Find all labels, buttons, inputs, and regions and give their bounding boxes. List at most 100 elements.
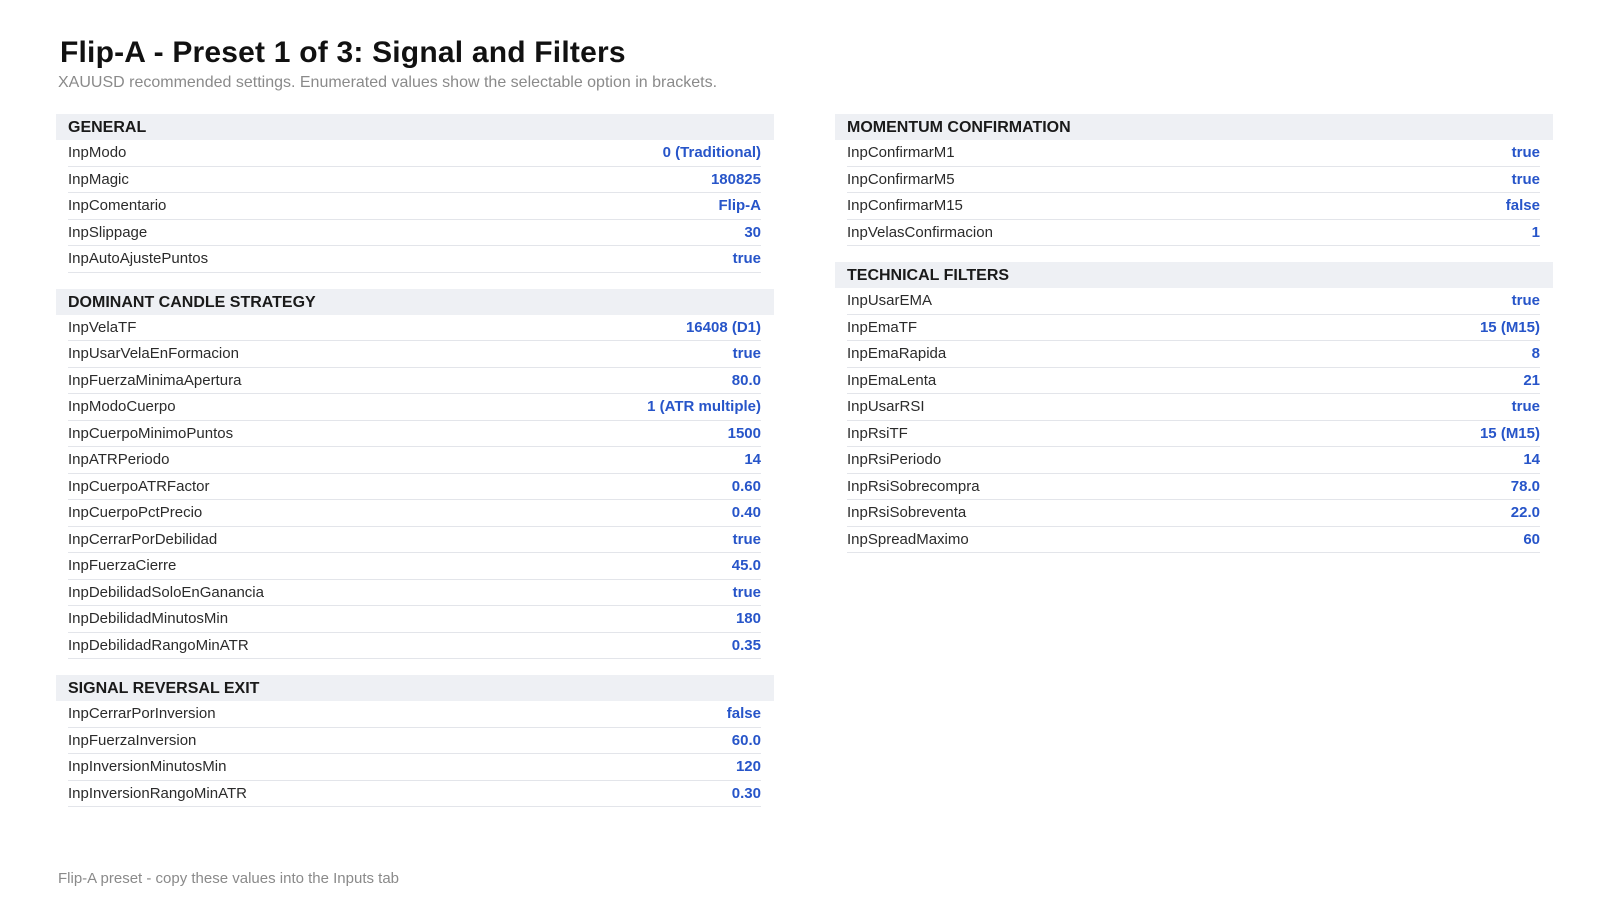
setting-label: InpComentario — [68, 197, 167, 215]
setting-label: InpInversionMinutosMin — [68, 758, 227, 776]
setting-label: InpSlippage — [68, 223, 148, 241]
setting-row-inpcerrarpordebilidad: InpCerrarPorDebilidad true — [68, 527, 761, 553]
preset-page: Flip-A - Preset 1 of 3: Signal and Filte… — [0, 0, 1600, 900]
setting-row-inpcuerpopctprecio: InpCuerpoPctPrecio 0.40 — [68, 500, 761, 527]
section-header: SIGNAL REVERSAL EXIT — [56, 675, 774, 701]
section-header: DOMINANT CANDLE STRATEGY — [56, 288, 774, 315]
setting-value: 0.40 — [731, 504, 761, 522]
setting-value: true — [1511, 398, 1540, 416]
setting-row-inpematf: InpEmaTF 15 (M15) — [847, 315, 1540, 341]
setting-row-inpcuerpoatrfactor: InpCuerpoATRFactor 0.60 — [68, 474, 761, 500]
setting-row-inpconfirmarm15: InpConfirmarM15 false — [847, 193, 1540, 220]
section-dominant-candle-strategy: DOMINANT CANDLE STRATEGY InpVelaTF 16408 (… — [56, 288, 774, 659]
setting-row-inpcerrarporinversion: InpCerrarPorInversion false — [68, 701, 761, 728]
section-technical-filters: TECHNICAL FILTERS InpUsarEMA true InpEmaTF 1… — [835, 262, 1553, 553]
setting-label: InpFuerzaCierre — [68, 557, 177, 575]
setting-row-inpfuerzaminimaapertura: InpFuerzaMinimaApertura 80.0 — [68, 368, 761, 394]
left-column: GENERAL InpModo 0 (Traditional) InpMagic 180… — [56, 114, 774, 823]
setting-label: InpCuerpoPctPrecio — [68, 504, 203, 522]
setting-row-inpvelatf: InpVelaTF 16408 (D1) — [68, 315, 761, 341]
setting-value: 14 — [1523, 451, 1540, 469]
setting-value: 80.0 — [731, 371, 761, 389]
setting-label: InpModo — [68, 144, 127, 162]
setting-row-inpautoajustepuntos: InpAutoAjustePuntos true — [68, 246, 761, 273]
setting-row-inprsiperiodo: InpRsiPeriodo 14 — [847, 447, 1540, 474]
setting-label: InpUsarEMA — [847, 292, 933, 310]
setting-value: 60 — [1523, 530, 1540, 548]
setting-row-inpdebilidadminutosmin: InpDebilidadMinutosMin 180 — [68, 606, 761, 633]
setting-label: InpRsiTF — [847, 424, 908, 442]
footer-note: Flip-A preset - copy these values into t… — [58, 870, 400, 887]
setting-label: InpATRPeriodo — [68, 451, 170, 469]
setting-label: InpCuerpoMinimoPuntos — [68, 424, 234, 442]
setting-value: 180 — [735, 610, 761, 628]
setting-value: true — [732, 250, 761, 268]
setting-label: InpFuerzaInversion — [68, 731, 197, 749]
setting-row-inpusarvelaenformacion: InpUsarVelaEnFormacion true — [68, 341, 761, 368]
setting-row-inpinversionminutosmin: InpInversionMinutosMin 120 — [68, 754, 761, 781]
setting-row-inpcuerpominimopuntos: InpCuerpoMinimoPuntos 1500 — [68, 421, 761, 447]
setting-row-inpemalenta: InpEmaLenta 21 — [847, 368, 1540, 394]
setting-label: InpMagic — [68, 170, 129, 188]
setting-row-inpmagic: InpMagic 180825 — [68, 167, 761, 193]
setting-label: InpUsarRSI — [847, 398, 925, 416]
setting-value: 78.0 — [1510, 477, 1540, 495]
setting-value: true — [732, 530, 761, 548]
setting-value: true — [1511, 292, 1540, 310]
page-subtitle: XAUUSD recommended settings. Enumerated … — [58, 74, 718, 91]
setting-label: InpRsiSobreventa — [847, 504, 967, 522]
setting-label: InpModoCuerpo — [68, 398, 176, 416]
setting-label: InpDebilidadSoloEnGanancia — [68, 583, 264, 601]
setting-label: InpUsarVelaEnFormacion — [68, 345, 239, 363]
setting-value: 0.35 — [731, 636, 761, 654]
section-signal-reversal-exit: SIGNAL REVERSAL EXIT InpCerrarPorInversio… — [56, 675, 774, 807]
setting-row-inpmodocuerpo: InpModoCuerpo 1 (ATR multiple) — [68, 394, 761, 421]
section-header: GENERAL — [56, 114, 774, 140]
setting-row-inpfuerzainversion: InpFuerzaInversion 60.0 — [68, 728, 761, 754]
section-general: GENERAL InpModo 0 (Traditional) InpMagic 180… — [56, 114, 774, 273]
setting-row-inprsisobrecompra: InpRsiSobrecompra 78.0 — [847, 474, 1540, 500]
setting-value: 0.60 — [731, 477, 761, 495]
right-column: MOMENTUM CONFIRMATION InpConfirmarM1 true I… — [835, 114, 1553, 569]
setting-label: InpEmaTF — [847, 318, 918, 336]
setting-value: 60.0 — [731, 731, 761, 749]
setting-label: InpAutoAjustePuntos — [68, 250, 209, 268]
section-momentum-confirmation: MOMENTUM CONFIRMATION InpConfirmarM1 true I… — [835, 114, 1553, 246]
setting-value: true — [1511, 144, 1540, 162]
setting-value: true — [732, 583, 761, 601]
setting-label: InpCerrarPorInversion — [68, 705, 216, 723]
setting-value: true — [732, 345, 761, 363]
setting-label: InpDebilidadRangoMinATR — [68, 636, 249, 654]
setting-value: 1 (ATR multiple) — [647, 398, 761, 416]
setting-value: 16408 (D1) — [685, 318, 761, 336]
setting-label: InpRsiSobrecompra — [847, 477, 980, 495]
setting-row-inpemarapida: InpEmaRapida 8 — [847, 341, 1540, 368]
setting-value: 45.0 — [731, 557, 761, 575]
setting-label: InpEmaLenta — [847, 371, 937, 389]
setting-row-inpdebilidadsoloenganancia: InpDebilidadSoloEnGanancia true — [68, 580, 761, 606]
setting-value: 22.0 — [1510, 504, 1540, 522]
setting-row-inpcomentario: InpComentario Flip-A — [68, 193, 761, 220]
setting-label: InpConfirmarM15 — [847, 197, 963, 215]
setting-value: 1 — [1531, 223, 1540, 241]
section-header: MOMENTUM CONFIRMATION — [835, 114, 1553, 140]
setting-label: InpVelaTF — [68, 318, 137, 336]
setting-value: 15 (M15) — [1479, 424, 1540, 442]
page-title: Flip-A - Preset 1 of 3: Signal and Filte… — [60, 36, 626, 69]
setting-label: InpEmaRapida — [847, 345, 947, 363]
setting-value: 30 — [744, 223, 761, 241]
section-header: TECHNICAL FILTERS — [835, 262, 1553, 288]
setting-row-inpconfirmarm1: InpConfirmarM1 true — [847, 140, 1540, 167]
setting-value: 14 — [744, 451, 761, 469]
setting-label: InpConfirmarM5 — [847, 170, 955, 188]
setting-value: 21 — [1523, 371, 1540, 389]
setting-label: InpSpreadMaximo — [847, 530, 969, 548]
setting-label: InpVelasConfirmacion — [847, 223, 993, 241]
setting-value: false — [726, 705, 761, 723]
setting-row-inprsisobreventa: InpRsiSobreventa 22.0 — [847, 500, 1540, 527]
setting-label: InpCuerpoATRFactor — [68, 477, 210, 495]
setting-row-inpfuerzacierre: InpFuerzaCierre 45.0 — [68, 553, 761, 580]
setting-value: 1500 — [727, 424, 761, 442]
setting-value: 120 — [735, 758, 761, 776]
setting-row-inpvelasconfirmacion: InpVelasConfirmacion 1 — [847, 220, 1540, 246]
